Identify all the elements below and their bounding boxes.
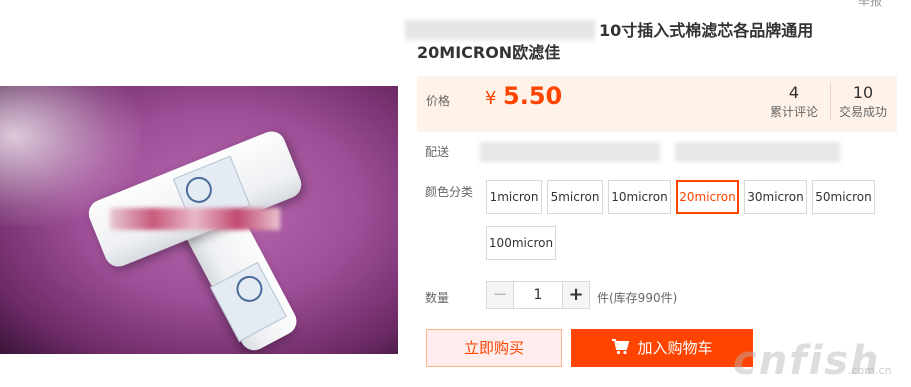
product-title-line1: 10寸插入式棉滤芯各品牌通用 — [599, 21, 814, 40]
price-label: 价格 — [426, 94, 451, 108]
site-watermark: cnfish — [733, 338, 881, 384]
deals-stat: 10 交易成功 — [830, 83, 895, 120]
blurred-delivery-origin — [480, 142, 660, 162]
cartridge-label — [210, 261, 287, 342]
sku-option-20micron[interactable]: 20micron — [676, 180, 739, 214]
reviews-label: 累计评论 — [769, 105, 818, 119]
quantity-label: 数量 — [425, 291, 450, 305]
currency-symbol: ¥ — [485, 88, 497, 109]
buy-now-button[interactable]: 立即购买 — [426, 329, 562, 367]
sku-option-100micron[interactable]: 100micron — [486, 226, 556, 260]
buy-now-label: 立即购买 — [463, 339, 524, 357]
product-title-line2: 20MICRON欧滤佳 — [417, 43, 561, 62]
delivery-label: 配送 — [425, 145, 450, 159]
deals-label: 交易成功 — [838, 105, 887, 119]
sku-option-50micron[interactable]: 50micron — [812, 180, 875, 214]
reviews-stat[interactable]: 4 累计评论 — [762, 83, 826, 120]
sku-option-30micron[interactable]: 30micron — [744, 180, 807, 214]
sku-option-5micron[interactable]: 5micron — [547, 180, 603, 214]
color-label: 颜色分类 — [425, 185, 474, 199]
stock-info: 件(库存990件) — [597, 291, 678, 305]
blurred-delivery-destination — [675, 142, 840, 162]
price-value: 5.50 — [503, 82, 563, 110]
deals-count: 10 — [852, 83, 874, 102]
reviews-count: 4 — [788, 83, 800, 102]
decrease-quantity-button[interactable]: − — [486, 281, 514, 309]
sku-option-10micron[interactable]: 10micron — [608, 180, 671, 214]
product-title: 10寸插入式棉滤芯各品牌通用 20MICRON欧滤佳 — [417, 20, 857, 64]
sku-option-1micron[interactable]: 1micron — [486, 180, 542, 214]
shopping-cart-icon — [612, 339, 630, 355]
price-panel: 价格 ¥ 5.50 4 累计评论 10 交易成功 — [417, 76, 897, 132]
add-to-cart-label: 加入购物车 — [637, 339, 713, 357]
blurred-watermark — [110, 208, 280, 230]
increase-quantity-button[interactable]: + — [562, 281, 590, 309]
site-watermark-domain: .com.cn — [848, 364, 892, 377]
add-to-cart-button[interactable]: 加入购物车 — [571, 329, 753, 367]
report-link[interactable]: 举报 — [858, 0, 882, 9]
quantity-input[interactable] — [514, 281, 562, 309]
